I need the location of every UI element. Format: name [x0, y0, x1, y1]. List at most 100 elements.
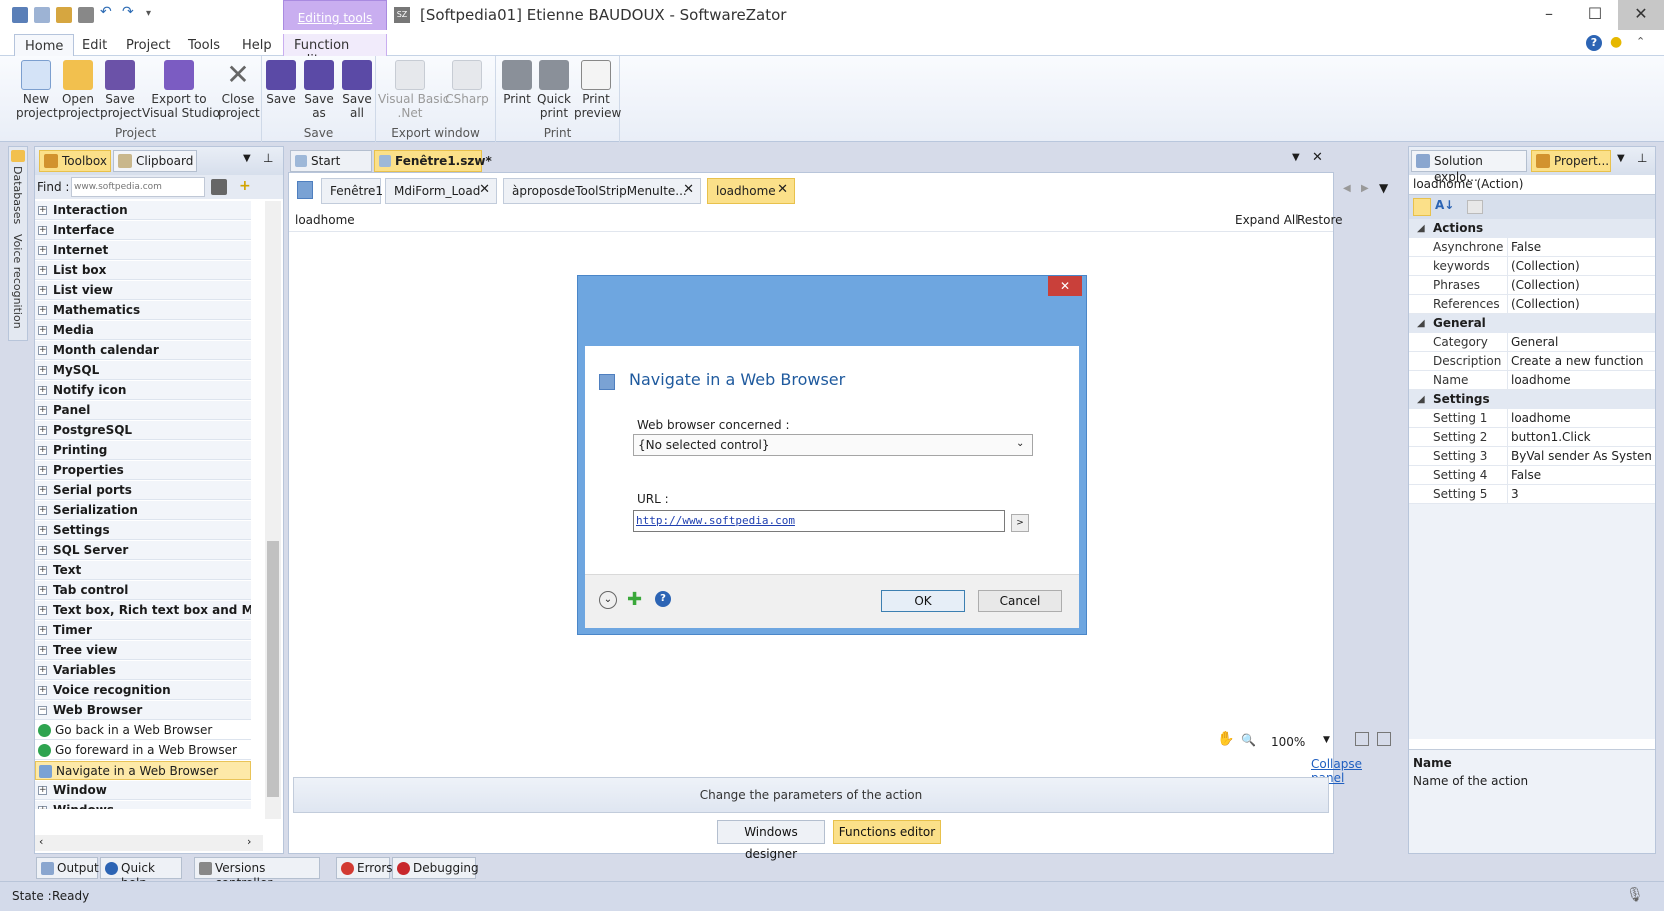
property-value[interactable]: (Collection)	[1511, 278, 1651, 292]
property-row[interactable]: Name loadhome	[1409, 371, 1655, 390]
toolbox-category[interactable]: + Printing	[35, 441, 251, 460]
properties-tab[interactable]: Propert...	[1531, 150, 1611, 172]
expand-icon[interactable]: +	[38, 486, 47, 495]
property-row[interactable]: Setting 3 ByVal sender As System.Ob	[1409, 447, 1655, 466]
expand-icon[interactable]: +	[38, 306, 47, 315]
toolbox-category[interactable]: + Text box, Rich text box and Masked text…	[35, 601, 251, 620]
customize-qat-icon[interactable]: ▾	[146, 8, 162, 24]
dialog-close-button[interactable]: ✕	[1048, 276, 1082, 296]
property-value[interactable]: False	[1511, 240, 1651, 254]
toolbox-category[interactable]: + Notify icon	[35, 381, 251, 400]
property-value[interactable]: 3	[1511, 487, 1651, 501]
expand-icon[interactable]: +	[38, 806, 47, 809]
open-project-button[interactable]: Open project	[58, 60, 100, 120]
copy-icon[interactable]	[34, 7, 50, 23]
quick-help-tab[interactable]: Quick help	[100, 857, 182, 890]
close-crumb-icon[interactable]: ✕	[479, 183, 490, 197]
expand-icon[interactable]: +	[38, 686, 47, 695]
expand-options-icon[interactable]: ⌄	[599, 591, 617, 609]
redo-icon[interactable]: ↷	[122, 4, 138, 20]
paste-icon[interactable]	[56, 7, 72, 23]
toolbox-category[interactable]: + Interface	[35, 221, 251, 240]
toolbox-category[interactable]: + Serialization	[35, 501, 251, 520]
functions-editor-button[interactable]: Functions editor	[833, 820, 941, 844]
collapse-triangle-icon[interactable]: ◢	[1417, 219, 1425, 238]
property-pages-icon[interactable]	[1467, 200, 1483, 214]
expand-icon[interactable]: +	[38, 286, 47, 295]
property-value[interactable]: (Collection)	[1511, 297, 1651, 311]
doc-list-icon[interactable]: ▼	[1292, 152, 1300, 163]
scroll-right-icon[interactable]: ›	[247, 835, 251, 848]
toolbox-category[interactable]: + PostgreSQL	[35, 421, 251, 440]
clipboard-tab[interactable]: Clipboard	[113, 150, 197, 172]
property-value[interactable]: Create a new function	[1511, 354, 1651, 368]
zoom-dropdown-icon[interactable]: ▼	[1323, 735, 1330, 745]
toolbox-category[interactable]: + Settings	[35, 521, 251, 540]
property-row[interactable]: Setting 5 3	[1409, 485, 1655, 504]
tab-tools[interactable]: Tools	[178, 34, 230, 57]
panel-menu-icon[interactable]: ▼	[1617, 153, 1625, 164]
crumb-next-icon[interactable]: ▶	[1361, 183, 1369, 194]
toolbox-category[interactable]: + MySQL	[35, 361, 251, 380]
toolbox-action-item[interactable]: Go foreward in a Web Browser	[35, 741, 251, 760]
collapse-triangle-icon[interactable]: ◢	[1417, 390, 1425, 409]
property-value[interactable]: button1.Click	[1511, 430, 1651, 444]
property-row[interactable]: Category General	[1409, 333, 1655, 352]
save-as-button[interactable]: Save as	[302, 60, 336, 120]
expand-icon[interactable]: +	[38, 266, 47, 275]
property-row[interactable]: keywords (Collection)	[1409, 257, 1655, 276]
property-row[interactable]: Setting 2 button1.Click	[1409, 428, 1655, 447]
output-tab[interactable]: Output	[36, 857, 99, 879]
crumb-prev-icon[interactable]: ◀	[1343, 183, 1351, 194]
toolbox-category[interactable]: + Windows	[35, 801, 251, 809]
expand-all-button[interactable]: Expand All	[1235, 213, 1299, 227]
expand-icon[interactable]: +	[38, 366, 47, 375]
close-window-button[interactable]: ✕	[1618, 0, 1664, 30]
toolbox-hscrollbar[interactable]: ‹ ›	[35, 835, 263, 851]
toolbox-tab[interactable]: Toolbox	[39, 150, 111, 172]
expand-icon[interactable]: +	[38, 326, 47, 335]
vscroll-thumb[interactable]	[267, 541, 279, 797]
object-selector[interactable]: loadhome (Action)	[1409, 175, 1655, 195]
toolbox-category[interactable]: + Media	[35, 321, 251, 340]
versions-controller-tab[interactable]: Versions controller	[194, 857, 320, 890]
help-icon[interactable]: ?	[1586, 35, 1602, 51]
property-row[interactable]: Setting 4 False	[1409, 466, 1655, 485]
tab-edit[interactable]: Edit	[72, 34, 117, 57]
close-doc-icon[interactable]: ✕	[1312, 150, 1323, 165]
toolbox-category[interactable]: + Serial ports	[35, 481, 251, 500]
expand-icon[interactable]: +	[38, 406, 47, 415]
cut-icon[interactable]	[78, 7, 94, 23]
property-value[interactable]: loadhome	[1511, 373, 1651, 387]
collapse-icon[interactable]: −	[38, 706, 47, 715]
toolbox-category[interactable]: + Timer	[35, 621, 251, 640]
property-category[interactable]: ◢ Settings	[1409, 390, 1655, 409]
toolbox-action-item[interactable]: Go back in a Web Browser	[35, 721, 251, 740]
property-row[interactable]: Asynchrone False	[1409, 238, 1655, 257]
toolbox-category[interactable]: + Interaction	[35, 201, 251, 220]
pan-hand-icon[interactable]: ✋	[1217, 731, 1234, 747]
side-tab-voice-recognition[interactable]: Voice recognition	[10, 234, 24, 329]
binoculars-icon[interactable]	[211, 179, 227, 195]
expand-icon[interactable]: +	[38, 206, 47, 215]
toolbox-vscrollbar[interactable]	[265, 201, 281, 819]
expand-icon[interactable]: +	[38, 606, 47, 615]
toolbox-action-item[interactable]: Navigate in a Web Browser	[35, 761, 251, 780]
side-tab-databases[interactable]: Databases	[10, 166, 24, 224]
url-go-button[interactable]: >	[1011, 514, 1029, 532]
expand-icon[interactable]: +	[38, 446, 47, 455]
minimize-button[interactable]: –	[1526, 0, 1572, 30]
solution-explorer-tab[interactable]: Solution explo...	[1411, 150, 1527, 184]
save-all-button[interactable]: Save all	[340, 60, 374, 120]
close-crumb-icon[interactable]: ✕	[683, 183, 694, 197]
expand-icon[interactable]: +	[38, 786, 47, 795]
toolbox-category[interactable]: + Voice recognition	[35, 681, 251, 700]
toolbox-category[interactable]: + Tree view	[35, 641, 251, 660]
breadcrumb-loadhome[interactable]: loadhome ✕	[707, 178, 795, 204]
restore-button[interactable]: Restore	[1297, 213, 1343, 227]
toolbox-category[interactable]: + SQL Server	[35, 541, 251, 560]
breadcrumb-mdiform-load[interactable]: MdiForm_Load ✕	[385, 178, 497, 204]
export-vbnet-button[interactable]: Visual Basic .Net	[378, 60, 449, 120]
windows-designer-button[interactable]: Windows designer	[717, 820, 825, 861]
expand-icon[interactable]: +	[38, 546, 47, 555]
